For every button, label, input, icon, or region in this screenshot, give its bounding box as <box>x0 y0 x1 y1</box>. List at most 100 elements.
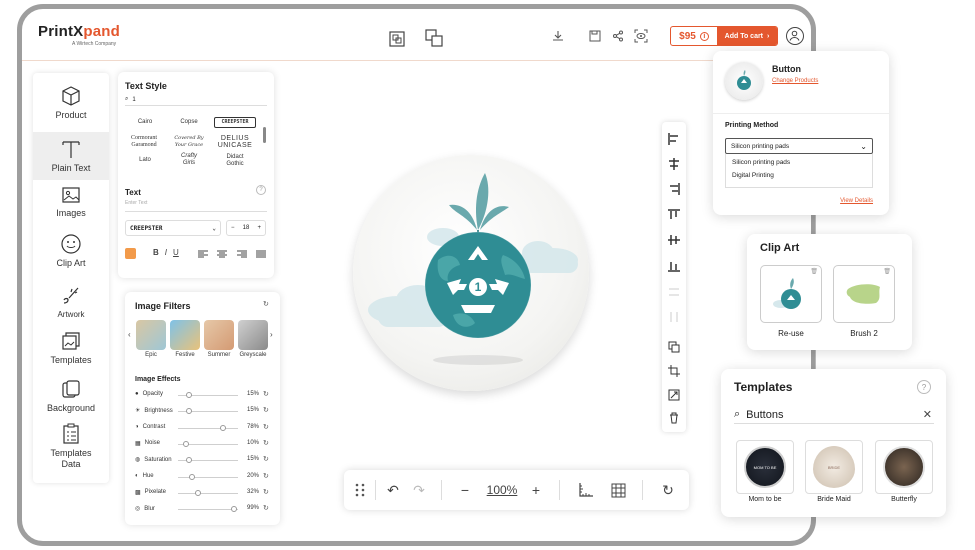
sidebar-item-product[interactable]: Product <box>33 85 109 135</box>
chevron-left-icon[interactable]: ‹ <box>128 330 131 339</box>
reset-effect-icon[interactable]: ↻ <box>263 504 269 512</box>
font-search-input[interactable]: ⌕ 1 <box>125 94 267 106</box>
slider-knob[interactable] <box>186 392 193 398</box>
printing-option[interactable]: Silicon printing pads <box>726 154 872 169</box>
resize-icon[interactable] <box>667 388 681 402</box>
underline-icon[interactable]: U <box>173 248 179 257</box>
effect-slider[interactable] <box>178 489 238 496</box>
sidebar-item-artwork[interactable]: Artwork <box>33 285 109 327</box>
reset-effect-icon[interactable]: ↻ <box>263 406 269 414</box>
effect-slider[interactable] <box>178 506 238 513</box>
reset-effect-icon[interactable]: ↻ <box>263 455 269 463</box>
font-option[interactable]: Lato <box>126 157 164 164</box>
italic-icon[interactable]: I <box>165 248 167 257</box>
slider-knob[interactable] <box>188 473 195 480</box>
align-left-edge-icon[interactable] <box>667 132 681 146</box>
sidebar-item-templates[interactable]: Templates <box>33 330 109 372</box>
font-family-select[interactable]: CREEPSTER ⌄ <box>125 220 221 236</box>
align-left-icon[interactable] <box>198 250 208 258</box>
effect-slider[interactable] <box>178 408 238 415</box>
align-center-icon[interactable] <box>217 250 228 258</box>
effect-slider[interactable] <box>178 424 238 431</box>
printing-method-select[interactable]: Silicon printing pads ⌄ <box>725 138 873 154</box>
align-top-icon[interactable] <box>667 208 681 222</box>
template-item-mom[interactable]: MOM TO BE <box>736 440 794 494</box>
group-icon[interactable] <box>388 30 406 48</box>
effect-slider[interactable] <box>178 440 238 447</box>
font-option[interactable]: Copse <box>170 119 208 126</box>
templates-search-input[interactable]: ⌕ Buttons ✕ <box>734 406 934 424</box>
add-to-cart-button[interactable]: Add To cart › <box>717 27 777 45</box>
zoom-in-icon[interactable]: + <box>528 480 544 500</box>
share-icon[interactable] <box>611 29 625 43</box>
sidebar-item-clip-art[interactable]: Clip Art <box>33 233 109 277</box>
filter-thumb-epic[interactable] <box>136 320 166 350</box>
font-option-selected[interactable]: CREEPSTER <box>214 117 256 128</box>
preview-icon[interactable] <box>633 28 649 44</box>
font-option[interactable]: Didact Gothic <box>214 154 256 168</box>
font-option[interactable]: Cairo <box>126 119 164 126</box>
filter-thumb-summer[interactable] <box>204 320 234 350</box>
reset-effect-icon[interactable]: ↻ <box>263 488 269 496</box>
printing-option[interactable]: Digital Printing <box>726 169 872 182</box>
chevron-right-icon[interactable]: › <box>270 330 273 339</box>
help-icon[interactable]: ? <box>917 380 931 394</box>
align-v-center-icon[interactable] <box>667 233 681 247</box>
font-option[interactable]: DELIUS UNICASE <box>214 135 256 149</box>
effect-slider[interactable] <box>178 457 238 464</box>
align-bottom-icon[interactable] <box>667 259 681 273</box>
undo-icon[interactable]: ↶ <box>384 480 402 500</box>
grid-icon[interactable] <box>609 480 627 500</box>
ruler-icon[interactable] <box>577 480 595 500</box>
sidebar-item-background[interactable]: Background <box>33 378 109 420</box>
ungroup-icon[interactable] <box>425 29 443 47</box>
minus-icon[interactable]: − <box>231 225 235 231</box>
align-right-icon[interactable] <box>236 250 247 258</box>
align-h-center-icon[interactable] <box>667 157 681 171</box>
slider-knob[interactable] <box>195 489 202 496</box>
slider-knob[interactable] <box>186 408 193 415</box>
reset-effect-icon[interactable]: ↻ <box>263 390 269 398</box>
close-icon[interactable]: ✕ <box>923 408 932 421</box>
slider-knob[interactable] <box>186 457 193 464</box>
bold-icon[interactable]: B <box>153 248 159 257</box>
slider-knob[interactable] <box>231 506 238 513</box>
plus-icon[interactable]: + <box>257 225 261 231</box>
zoom-out-icon[interactable]: − <box>457 480 473 500</box>
trash-icon[interactable] <box>667 411 681 425</box>
align-justify-icon[interactable] <box>255 250 266 258</box>
filter-thumb-greyscale[interactable] <box>238 320 268 350</box>
reset-effect-icon[interactable]: ↻ <box>263 423 269 431</box>
trash-icon[interactable]: 🗑 <box>883 268 891 275</box>
clipart-item-brush-2[interactable]: 🗑 <box>833 265 895 323</box>
change-products-link[interactable]: Change Products <box>772 78 818 84</box>
download-icon[interactable] <box>551 29 565 43</box>
sidebar-item-images[interactable]: Images <box>33 185 109 229</box>
zoom-level[interactable]: 100% <box>482 480 522 500</box>
view-details-link[interactable]: View Details <box>840 198 873 204</box>
drag-handle-icon[interactable] <box>352 480 368 500</box>
template-item-bride[interactable]: BRIDE <box>805 440 863 494</box>
reset-icon[interactable]: ↻ <box>659 480 677 500</box>
crop-icon[interactable] <box>667 364 681 378</box>
clipart-item-reuse[interactable]: 🗑 <box>760 265 822 323</box>
slider-knob[interactable] <box>220 424 227 431</box>
slider-knob[interactable] <box>183 440 190 447</box>
align-right-edge-icon[interactable] <box>667 182 681 196</box>
product-canvas[interactable]: 1 <box>353 155 589 391</box>
font-option[interactable]: Cormorant Garamond <box>124 135 164 149</box>
distribute-v-icon[interactable] <box>667 285 681 299</box>
font-option[interactable]: Covered By Your Grace <box>170 135 208 149</box>
info-icon[interactable]: i <box>699 31 709 41</box>
filter-thumb-festive[interactable] <box>170 320 200 350</box>
effect-slider[interactable] <box>178 392 238 398</box>
help-icon[interactable]: ? <box>256 185 266 195</box>
text-input[interactable]: Enter Text <box>125 200 267 212</box>
redo-icon[interactable]: ↷ <box>410 480 428 500</box>
trash-icon[interactable]: 🗑 <box>810 268 818 275</box>
sidebar-item-plain-text[interactable]: Plain Text <box>33 132 109 180</box>
user-avatar-icon[interactable] <box>786 27 804 45</box>
refresh-icon[interactable]: ↻ <box>263 300 269 308</box>
distribute-h-icon[interactable] <box>667 310 681 324</box>
effect-slider[interactable] <box>178 473 238 480</box>
